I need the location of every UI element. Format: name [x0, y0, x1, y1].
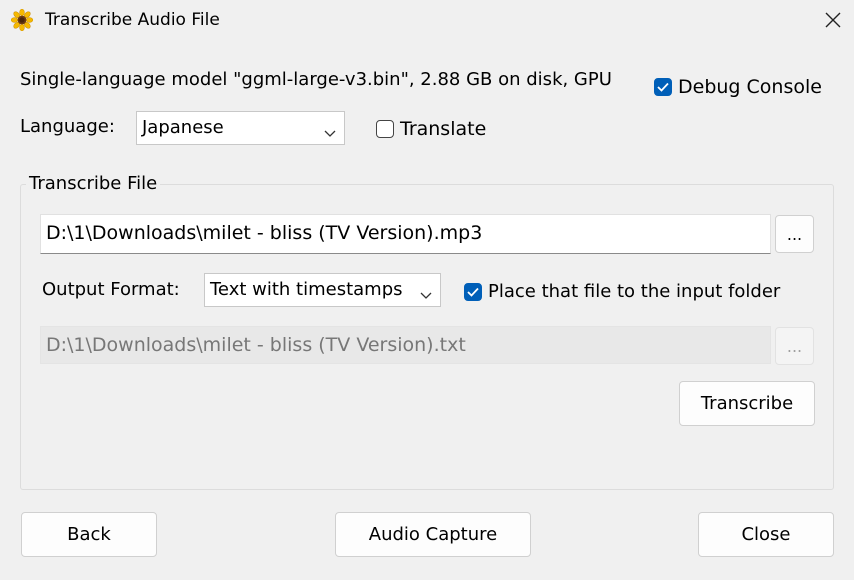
output-format-select[interactable]: Text with timestamps	[204, 273, 441, 307]
place-in-input-folder-label: Place that file to the input folder	[488, 281, 781, 302]
window-title: Transcribe Audio File	[45, 10, 220, 30]
input-file-path: D:\1\Downloads\milet - bliss (TV Version…	[46, 222, 483, 244]
place-in-input-folder-checkbox[interactable]: Place that file to the input folder	[464, 280, 780, 304]
sunflower-icon	[10, 8, 34, 32]
translate-label: Translate	[400, 118, 487, 140]
model-info-text: Single-language model "ggml-large-v3.bin…	[20, 69, 612, 90]
audio-capture-button[interactable]: Audio Capture	[335, 512, 531, 557]
output-format-label: Output Format:	[42, 279, 180, 300]
checkmark-icon	[654, 78, 672, 96]
close-button[interactable]: Close	[698, 512, 834, 557]
close-icon[interactable]	[812, 0, 854, 40]
transcribe-file-group-label: Transcribe File	[26, 172, 161, 196]
translate-checkbox[interactable]: Translate	[376, 117, 486, 141]
debug-console-label: Debug Console	[678, 76, 822, 98]
browse-input-button[interactable]: ...	[775, 215, 814, 253]
back-button[interactable]: Back	[21, 512, 157, 557]
output-file-path: D:\1\Downloads\milet - bliss (TV Version…	[46, 334, 466, 356]
output-format-value: Text with timestamps	[210, 279, 403, 300]
language-select-value: Japanese	[142, 117, 224, 138]
output-file-field: D:\1\Downloads\milet - bliss (TV Version…	[40, 326, 771, 364]
chevron-down-icon	[420, 285, 432, 304]
transcribe-button[interactable]: Transcribe	[679, 381, 815, 426]
input-file-field[interactable]: D:\1\Downloads\milet - bliss (TV Version…	[40, 214, 771, 254]
language-select[interactable]: Japanese	[136, 111, 345, 145]
language-label: Language:	[20, 116, 115, 137]
browse-output-button: ...	[775, 327, 814, 365]
debug-console-checkbox[interactable]: Debug Console	[654, 75, 822, 99]
checkmark-icon	[464, 283, 482, 301]
chevron-down-icon	[324, 123, 336, 142]
